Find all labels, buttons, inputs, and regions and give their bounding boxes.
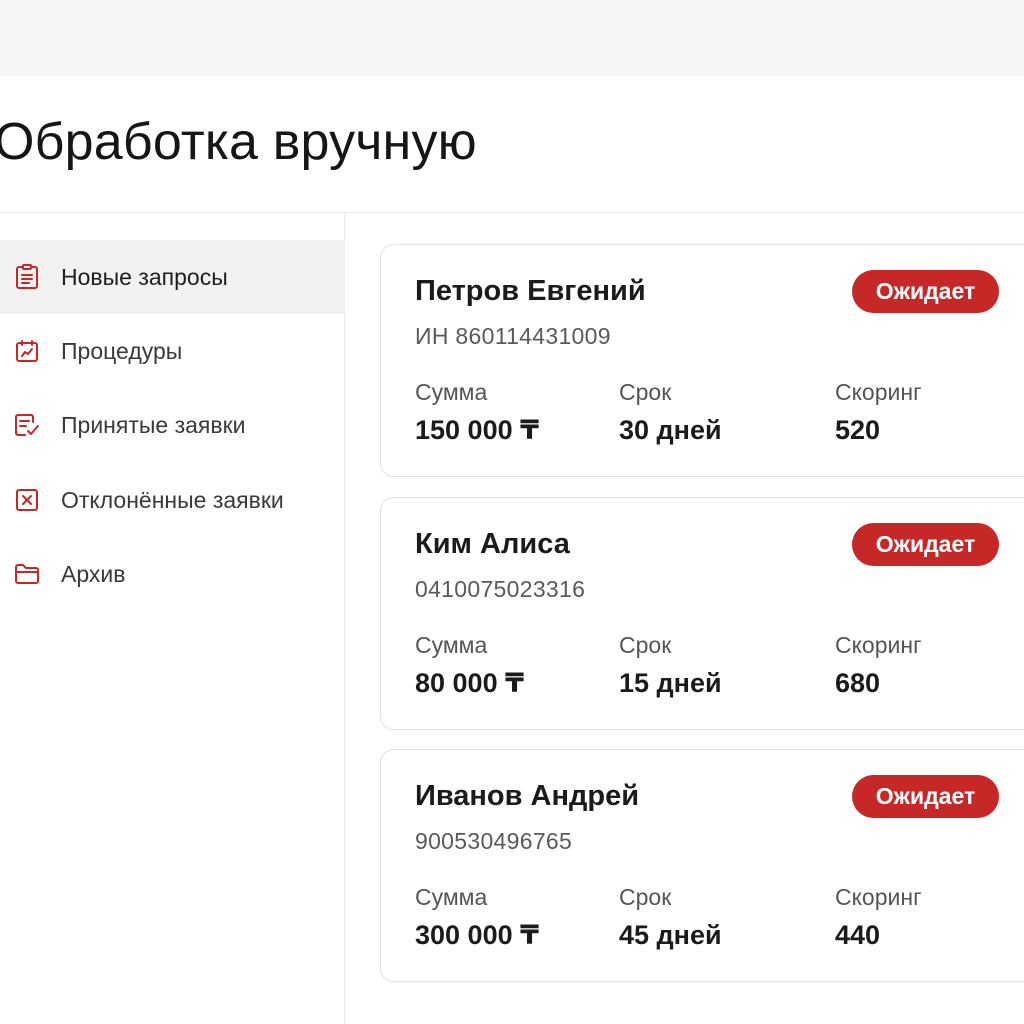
request-card[interactable]: Иванов Андрей 900530496765 Ожидает Сумма… bbox=[380, 749, 1024, 982]
request-card[interactable]: Петров Евгений ИН 860114431009 Ожидает С… bbox=[380, 244, 1024, 477]
term-label: Срок bbox=[619, 379, 672, 405]
score-label: Скоринг bbox=[835, 379, 922, 405]
top-bar bbox=[0, 0, 1024, 76]
amount-value: 80 000 ₸ bbox=[415, 668, 524, 698]
amount-label: Сумма bbox=[415, 884, 488, 910]
sidebar-item-rejected[interactable]: Отклонённые заявки bbox=[0, 463, 345, 537]
sidebar-item-label: Архив bbox=[61, 560, 126, 587]
sidebar-item-label: Отклонённые заявки bbox=[61, 486, 284, 513]
folder-icon bbox=[14, 561, 40, 587]
score-value: 520 bbox=[835, 415, 881, 445]
sidebar-item-label: Принятые заявки bbox=[61, 411, 246, 438]
status-badge: Ожидает bbox=[852, 270, 999, 313]
term-value: 15 дней bbox=[619, 668, 722, 698]
term-value: 45 дней bbox=[619, 920, 722, 950]
sidebar-item-new-requests[interactable]: Новые запросы bbox=[0, 240, 345, 314]
term-label: Срок bbox=[619, 884, 672, 910]
sidebar-item-procedures[interactable]: Процедуры bbox=[0, 314, 345, 388]
score-label: Скоринг bbox=[835, 884, 922, 910]
sidebar-item-label: Процедуры bbox=[61, 337, 183, 364]
amount-value: 300 000 ₸ bbox=[415, 920, 539, 950]
term-label: Срок bbox=[619, 632, 672, 658]
applicant-id: 900530496765 bbox=[415, 828, 573, 854]
applicant-id: ИН 860114431009 bbox=[415, 323, 611, 349]
calendar-chart-icon bbox=[14, 338, 40, 364]
document-check-icon bbox=[14, 412, 40, 438]
clipboard-list-icon bbox=[14, 264, 40, 290]
status-badge: Ожидает bbox=[852, 523, 999, 566]
sidebar-item-label: Новые запросы bbox=[61, 263, 228, 290]
amount-label: Сумма bbox=[415, 379, 488, 405]
applicant-name: Ким Алиса bbox=[415, 528, 570, 560]
sidebar: Новые запросы Процедуры Принятые заявки bbox=[0, 213, 345, 1024]
term-value: 30 дней bbox=[619, 415, 722, 445]
sidebar-item-accepted[interactable]: Принятые заявки bbox=[0, 388, 345, 462]
x-box-icon bbox=[14, 487, 40, 513]
applicant-name: Иванов Андрей bbox=[415, 780, 640, 812]
score-value: 680 bbox=[835, 668, 881, 698]
sidebar-item-archive[interactable]: Архив bbox=[0, 537, 345, 611]
amount-label: Сумма bbox=[415, 632, 488, 658]
request-card[interactable]: Ким Алиса 0410075023316 Ожидает Сумма 80… bbox=[380, 497, 1024, 730]
applicant-id: 0410075023316 bbox=[415, 576, 586, 602]
score-label: Скоринг bbox=[835, 632, 922, 658]
page-title: Обработка вручную bbox=[0, 113, 477, 171]
amount-value: 150 000 ₸ bbox=[415, 415, 539, 445]
applicant-name: Петров Евгений bbox=[415, 275, 646, 307]
score-value: 440 bbox=[835, 920, 881, 950]
status-badge: Ожидает bbox=[852, 775, 999, 818]
